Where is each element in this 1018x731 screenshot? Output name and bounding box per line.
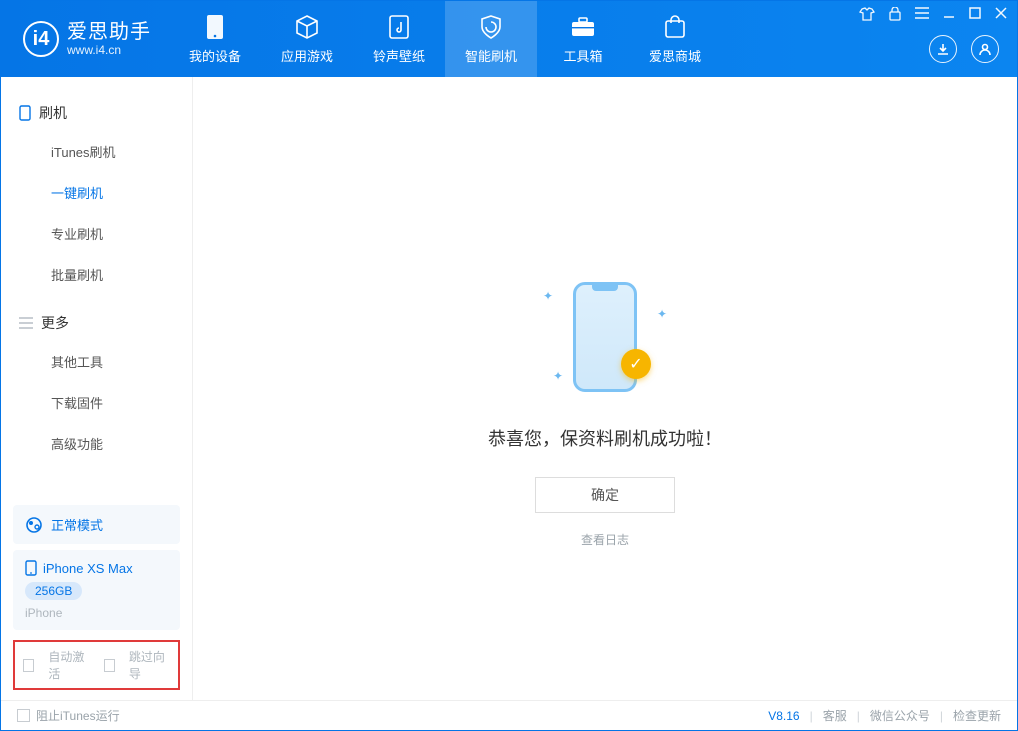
tab-label: 铃声壁纸	[373, 46, 425, 65]
device-type: iPhone	[25, 606, 168, 620]
ok-button[interactable]: 确定	[535, 477, 675, 513]
success-illustration: ✦ ✦ ✦ ✓	[535, 277, 675, 397]
minimize-icon[interactable]	[943, 7, 955, 21]
tab-ringtone[interactable]: 铃声壁纸	[353, 1, 445, 77]
titlebar: i4 爱思助手 www.i4.cn 我的设备 应用游戏 铃声壁纸 智能刷机	[1, 1, 1017, 77]
maximize-icon[interactable]	[969, 7, 981, 21]
checkbox-skip-guide[interactable]	[104, 659, 115, 672]
check-update-link[interactable]: 检查更新	[953, 707, 1001, 724]
sparkle-icon: ✦	[553, 369, 563, 383]
wechat-link[interactable]: 微信公众号	[870, 707, 930, 724]
music-icon	[386, 14, 412, 40]
download-button[interactable]	[929, 35, 957, 63]
mode-icon	[25, 516, 43, 534]
main-tabs: 我的设备 应用游戏 铃声壁纸 智能刷机 工具箱 爱思商城	[169, 1, 721, 77]
tab-apps[interactable]: 应用游戏	[261, 1, 353, 77]
footer: 阻止iTunes运行 V8.16 | 客服 | 微信公众号 | 检查更新	[1, 700, 1017, 730]
sidebar-item-one-click-flash[interactable]: 一键刷机	[1, 172, 192, 213]
body: 刷机 iTunes刷机 一键刷机 专业刷机 批量刷机 更多 其他工具 下载固件 …	[1, 77, 1017, 700]
sidebar-item-advanced[interactable]: 高级功能	[1, 423, 192, 464]
device-name: iPhone XS Max	[43, 561, 133, 576]
bag-icon	[662, 14, 688, 40]
checkbox-auto-activate[interactable]	[23, 659, 34, 672]
sidebar-section-more: 更多	[1, 305, 192, 341]
tab-my-device[interactable]: 我的设备	[169, 1, 261, 77]
toolbox-icon	[570, 14, 596, 40]
logo-icon: i4	[23, 21, 59, 57]
auto-activate-label: 自动激活	[48, 648, 89, 682]
tab-label: 工具箱	[563, 46, 602, 65]
section-label: 刷机	[39, 103, 67, 123]
shield-icon	[478, 14, 504, 40]
app-window: i4 爱思助手 www.i4.cn 我的设备 应用游戏 铃声壁纸 智能刷机	[0, 0, 1018, 731]
device-info[interactable]: iPhone XS Max 256GB iPhone	[13, 550, 180, 630]
user-button[interactable]	[971, 35, 999, 63]
block-itunes-label: 阻止iTunes运行	[36, 707, 120, 724]
flash-options: 自动激活 跳过向导	[13, 640, 180, 690]
success-message: 恭喜您，保资料刷机成功啦！	[488, 425, 722, 451]
tab-smart-flash[interactable]: 智能刷机	[445, 1, 537, 77]
check-badge-icon: ✓	[621, 349, 651, 379]
logo: i4 爱思助手 www.i4.cn	[1, 1, 169, 77]
cube-icon	[294, 14, 320, 40]
section-label: 更多	[41, 313, 69, 333]
mode-label: 正常模式	[51, 515, 103, 534]
support-link[interactable]: 客服	[823, 707, 847, 724]
sidebar-item-itunes-flash[interactable]: iTunes刷机	[1, 131, 192, 172]
sidebar: 刷机 iTunes刷机 一键刷机 专业刷机 批量刷机 更多 其他工具 下载固件 …	[1, 77, 193, 700]
sparkle-icon: ✦	[543, 289, 553, 303]
skip-guide-label: 跳过向导	[129, 648, 170, 682]
tab-label: 智能刷机	[465, 46, 517, 65]
tab-label: 应用游戏	[281, 46, 333, 65]
app-name: 爱思助手	[67, 21, 151, 44]
sidebar-item-pro-flash[interactable]: 专业刷机	[1, 213, 192, 254]
main-content: ✦ ✦ ✦ ✓ 恭喜您，保资料刷机成功啦！ 确定 查看日志	[193, 77, 1017, 700]
app-url: www.i4.cn	[67, 44, 151, 58]
lock-icon[interactable]	[889, 7, 901, 21]
tab-toolbox[interactable]: 工具箱	[537, 1, 629, 77]
sidebar-item-batch-flash[interactable]: 批量刷机	[1, 254, 192, 295]
phone-icon	[202, 14, 228, 40]
sidebar-item-other-tools[interactable]: 其他工具	[1, 341, 192, 382]
header-actions	[929, 35, 999, 63]
storage-badge: 256GB	[25, 582, 82, 600]
phone-small-icon	[25, 560, 37, 576]
device-small-icon	[19, 105, 31, 121]
window-controls	[859, 7, 1007, 21]
tab-label: 我的设备	[189, 46, 241, 65]
checkbox-block-itunes[interactable]	[17, 709, 30, 722]
version: V8.16	[768, 709, 799, 723]
tab-label: 爱思商城	[649, 46, 701, 65]
menu-icon[interactable]	[915, 7, 929, 21]
sidebar-section-flash: 刷机	[1, 95, 192, 131]
sidebar-item-download-firmware[interactable]: 下载固件	[1, 382, 192, 423]
tshirt-icon[interactable]	[859, 7, 875, 21]
mode-indicator[interactable]: 正常模式	[13, 505, 180, 544]
list-icon	[19, 317, 33, 329]
close-icon[interactable]	[995, 7, 1007, 21]
tab-store[interactable]: 爱思商城	[629, 1, 721, 77]
sparkle-icon: ✦	[657, 307, 667, 321]
view-log-link[interactable]: 查看日志	[581, 531, 629, 548]
